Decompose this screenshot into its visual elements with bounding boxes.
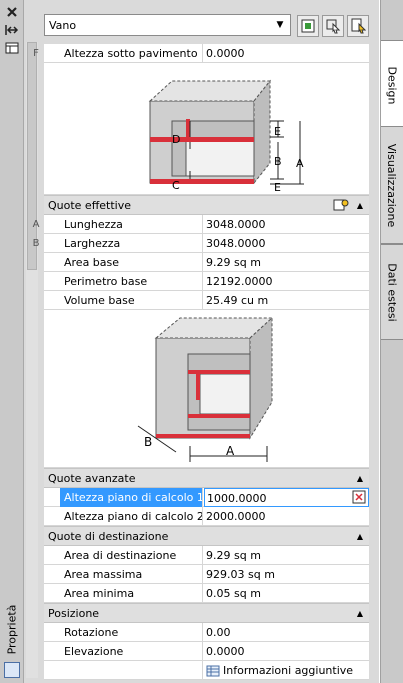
row-value[interactable]: 929.03 sq m xyxy=(204,565,369,584)
base-diagram-section: B A xyxy=(44,310,369,468)
row-value[interactable]: 2000.0000 xyxy=(204,507,369,526)
properties-icon[interactable] xyxy=(4,40,20,56)
tab-strip: Design Visualizzazione Dati estesi xyxy=(380,0,403,683)
row-area-minima: Area minima 0.05 sq m xyxy=(44,584,369,603)
row-rotazione: Rotazione 0.00 xyxy=(44,623,369,642)
vertical-scrollbar[interactable] xyxy=(26,42,38,678)
row-label: Area massima xyxy=(60,565,203,584)
row-value: 25.49 cu m xyxy=(206,294,269,307)
palette-corner-icon[interactable] xyxy=(4,662,20,678)
row-label: Elevazione xyxy=(60,642,203,661)
select-objects-icon xyxy=(301,19,315,33)
base-sketch xyxy=(154,316,274,440)
section-title: Posizione xyxy=(48,607,100,620)
dim-label-d: D xyxy=(172,133,180,146)
row-perimetro-base: Perimetro base 12192.0000 xyxy=(44,272,369,291)
section-quote-destinazione[interactable]: Quote di destinazione ▲ xyxy=(44,526,369,546)
section-title: Quote effettive xyxy=(48,199,132,212)
dim-label-b: B xyxy=(144,435,152,449)
object-type-select[interactable]: Vano ▼ xyxy=(44,14,291,36)
row-label: Rotazione xyxy=(60,623,203,642)
property-grid: F Altezza sotto pavimento 0.0000 D E B A… xyxy=(33,44,369,680)
diagram-sketch xyxy=(148,79,272,185)
section-quote-effettive[interactable]: Quote effettive ▲ xyxy=(44,195,369,215)
row-area-massima: Area massima 929.03 sq m xyxy=(44,565,369,584)
toggle-pickadd-button[interactable] xyxy=(347,15,369,37)
row-value[interactable]: 0.0000 xyxy=(204,642,369,661)
row-label: Volume base xyxy=(60,291,203,310)
collapse-icon[interactable]: ▲ xyxy=(357,527,363,546)
row-value[interactable]: 0.00 xyxy=(204,623,369,642)
row-volume-base: Volume base 25.49 cu m xyxy=(44,291,369,310)
row-value[interactable]: 0.05 sq m xyxy=(204,584,369,603)
base-diagram: B A xyxy=(137,316,274,462)
row-label: Perimetro base xyxy=(60,272,203,291)
dim-label-a: A xyxy=(296,157,304,170)
tab-design[interactable]: Design xyxy=(381,40,403,130)
collapse-icon[interactable]: ▲ xyxy=(357,604,363,623)
dim-label-e-bottom: E xyxy=(274,181,281,194)
dimension-diagram: D E B A C E xyxy=(148,79,304,194)
collapse-icon[interactable]: ▲ xyxy=(357,469,363,488)
tab-visualizzazione[interactable]: Visualizzazione xyxy=(381,126,403,244)
close-icon[interactable] xyxy=(4,4,20,20)
quick-select-icon xyxy=(326,19,341,34)
row-label: Area di destinazione xyxy=(60,546,203,565)
row-label: Area base xyxy=(60,253,203,272)
row-area-destinazione: Area di destinazione 9.29 sq m xyxy=(44,546,369,565)
row-value: 9.29 sq m xyxy=(206,256,261,269)
row-value[interactable]: 0.0000 xyxy=(204,44,369,63)
row-larghezza: B Larghezza 3048.0000 xyxy=(33,234,369,253)
collapse-icon[interactable]: ▲ xyxy=(357,196,363,215)
section-title: Quote avanzate xyxy=(48,472,136,485)
row-marker: A xyxy=(32,219,40,230)
row-label: Area minima xyxy=(60,584,203,603)
palette-title-bar: Proprietà xyxy=(0,0,24,683)
dim-label-a: A xyxy=(226,444,235,458)
object-type-value: Vano xyxy=(49,18,77,32)
section-posizione[interactable]: Posizione ▲ xyxy=(44,603,369,623)
row-marker: F xyxy=(33,48,39,59)
row-informazioni-aggiuntive[interactable]: Informazioni aggiuntive xyxy=(44,661,369,680)
row-altezza-piano-calcolo-1[interactable]: Altezza piano di calcolo 1 1000.0000 xyxy=(44,488,369,507)
quick-select-button[interactable] xyxy=(322,15,344,37)
autohide-icon[interactable] xyxy=(4,22,20,38)
section-quote-avanzate[interactable]: Quote avanzate ▲ xyxy=(44,468,369,488)
table-icon xyxy=(206,665,220,676)
dim-label-b: B xyxy=(274,155,282,168)
section-title: Quote di destinazione xyxy=(48,530,169,543)
toggle-pickadd-icon xyxy=(351,18,366,34)
select-objects-button[interactable] xyxy=(297,15,319,37)
dim-label-e-top: E xyxy=(274,125,281,138)
row-value[interactable]: 3048.0000 xyxy=(204,234,369,253)
palette-title: Proprietà xyxy=(5,604,19,654)
row-value[interactable]: 3048.0000 xyxy=(204,215,369,234)
row-value[interactable]: 9.29 sq m xyxy=(204,546,369,565)
info-icon[interactable] xyxy=(333,198,349,212)
row-lunghezza: A Lunghezza 3048.0000 xyxy=(33,215,369,234)
info-button-label: Informazioni aggiuntive xyxy=(223,664,354,677)
row-label: Altezza piano di calcolo 2 xyxy=(60,507,203,526)
row-label: Larghezza xyxy=(60,234,203,253)
row-value: 12192.0000 xyxy=(206,275,273,288)
row-label: Altezza sotto pavimento xyxy=(60,44,203,63)
dim-label-c: C xyxy=(172,179,180,192)
row-elevazione: Elevazione 0.0000 xyxy=(44,642,369,661)
row-altezza-sotto-pavimento: F Altezza sotto pavimento 0.0000 xyxy=(33,44,369,63)
row-value[interactable]: 1000.0000 xyxy=(204,488,369,507)
pick-point-icon[interactable] xyxy=(351,489,367,505)
row-label: Lunghezza xyxy=(60,215,203,234)
dimension-diagram-section: D E B A C E xyxy=(44,63,369,195)
row-label-empty xyxy=(60,661,203,680)
tab-dati-estesi[interactable]: Dati estesi xyxy=(381,244,403,340)
row-marker: B xyxy=(32,238,40,249)
info-button[interactable]: Informazioni aggiuntive xyxy=(204,661,369,680)
row-label: Altezza piano di calcolo 1 xyxy=(60,488,203,507)
chevron-down-icon[interactable]: ▼ xyxy=(273,18,287,32)
row-area-base: Area base 9.29 sq m xyxy=(44,253,369,272)
row-altezza-piano-calcolo-2: Altezza piano di calcolo 2 2000.0000 xyxy=(44,507,369,526)
